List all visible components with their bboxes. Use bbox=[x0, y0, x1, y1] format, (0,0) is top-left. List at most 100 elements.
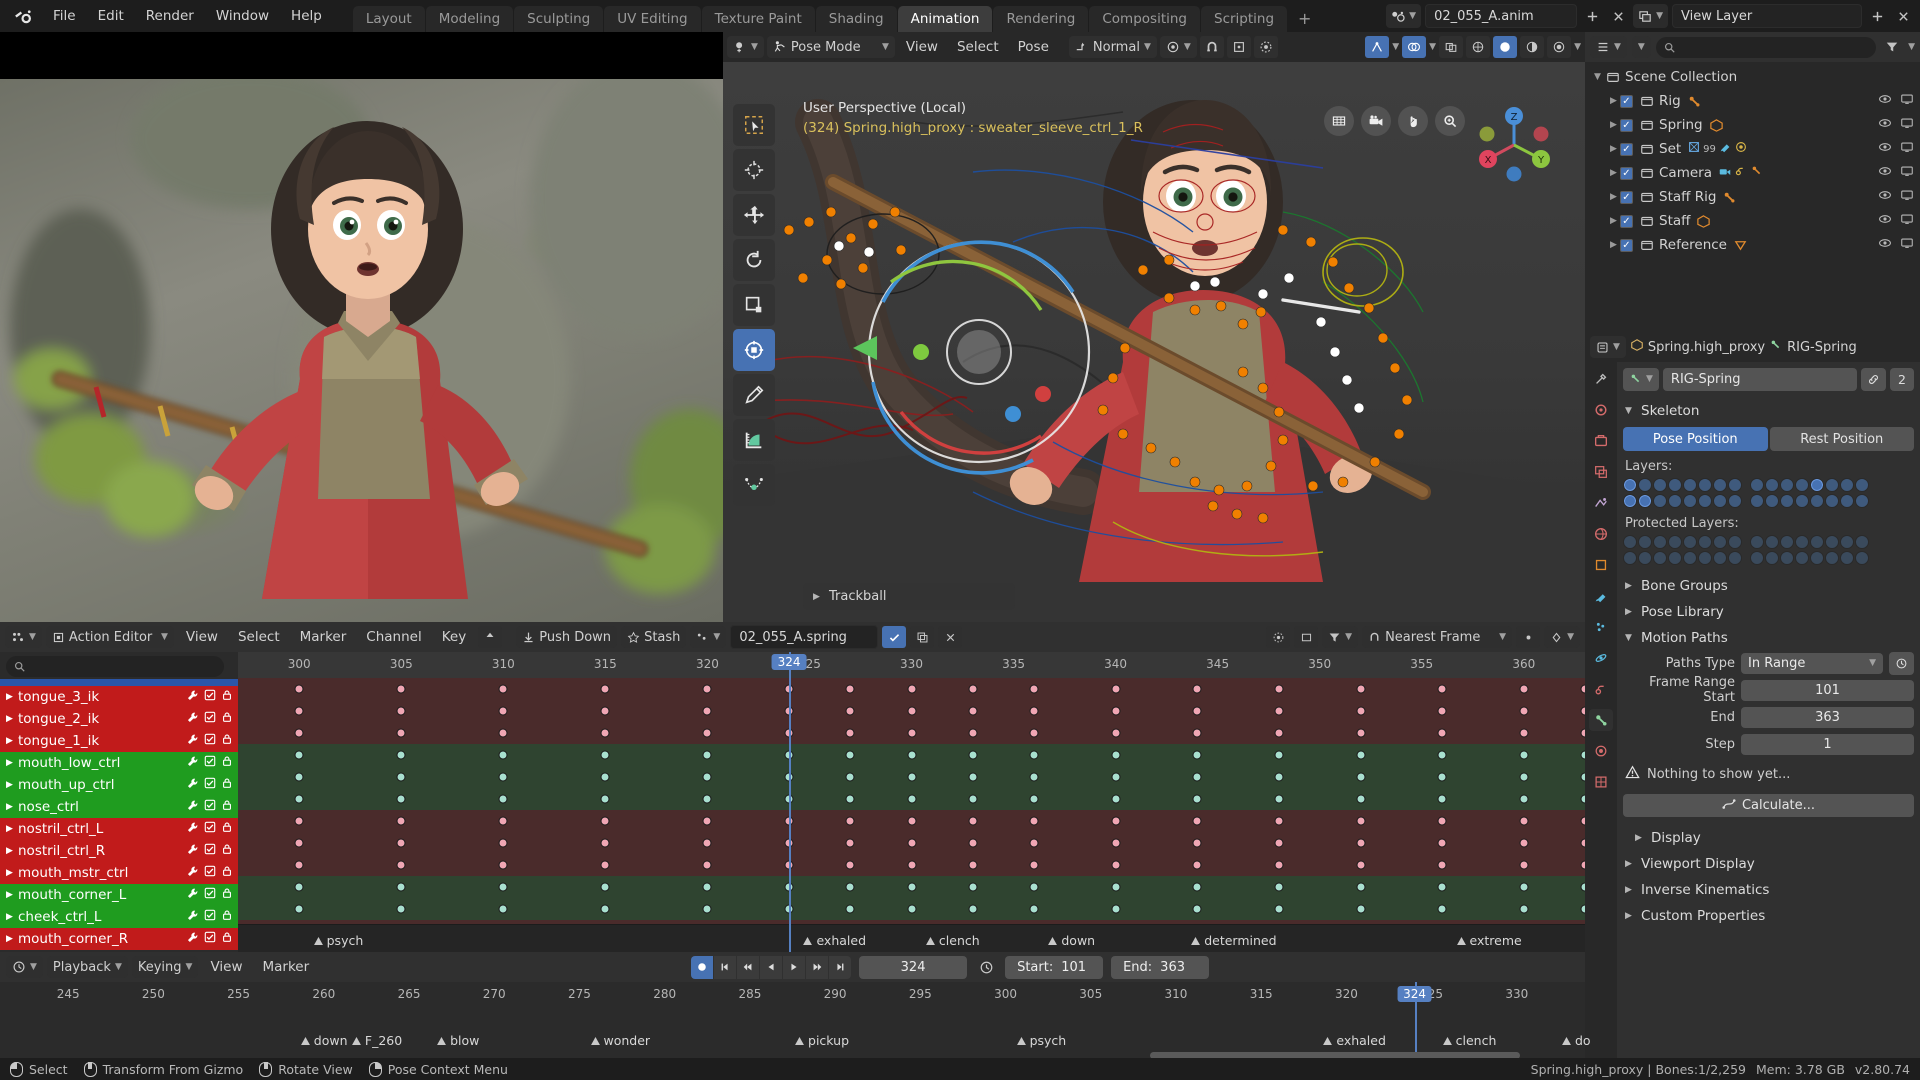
protected-layer-bit[interactable] bbox=[1653, 535, 1667, 549]
outliner-row-spring[interactable]: ▶ ✓ Spring bbox=[1585, 113, 1920, 137]
tab-sculpting[interactable]: Sculpting bbox=[514, 6, 604, 32]
disclosure-triangle-icon[interactable]: ▶ bbox=[1607, 144, 1620, 154]
keyframe[interactable] bbox=[1580, 904, 1585, 914]
lock-icon[interactable] bbox=[221, 755, 233, 771]
keyframe[interactable] bbox=[702, 772, 712, 782]
channel-expand-icon[interactable]: ▶ bbox=[6, 846, 18, 856]
keyframe[interactable] bbox=[1519, 728, 1529, 738]
outliner-filter-button[interactable] bbox=[1881, 35, 1903, 59]
keyframe[interactable] bbox=[1274, 794, 1284, 804]
keyframe[interactable] bbox=[1192, 904, 1202, 914]
protected-layer-bit[interactable] bbox=[1668, 551, 1682, 565]
keyframe[interactable] bbox=[907, 750, 916, 760]
channel-expand-icon[interactable]: ▶ bbox=[6, 890, 18, 900]
new-scene-button[interactable] bbox=[1581, 4, 1603, 28]
keyframe[interactable] bbox=[702, 860, 712, 870]
properties-editor[interactable]: ▼ Spring.high_proxy RIG-Spring ▼ RIG-Spr… bbox=[1585, 332, 1920, 1062]
menu-help[interactable]: Help bbox=[280, 4, 333, 28]
play-reverse-button[interactable] bbox=[760, 955, 783, 979]
keyframe[interactable] bbox=[1580, 860, 1585, 870]
keyframe[interactable] bbox=[702, 882, 712, 892]
keyframe-row[interactable] bbox=[238, 832, 1585, 854]
measure-tool[interactable] bbox=[733, 419, 775, 461]
layer-bit[interactable] bbox=[1810, 494, 1824, 508]
protected-layer-bit[interactable] bbox=[1765, 535, 1779, 549]
eye-icon[interactable] bbox=[1878, 92, 1892, 110]
keyframe[interactable] bbox=[1274, 816, 1284, 826]
viewport-menu-select[interactable]: Select bbox=[949, 36, 1007, 58]
channel-row[interactable]: ▶ tongue_3_ik bbox=[0, 686, 238, 708]
tab-shading[interactable]: Shading bbox=[815, 6, 897, 32]
timeline-ruler[interactable]: 245 250 255 260 265 270 275 280 285 290 295 300 305 3… bbox=[0, 982, 1585, 1008]
protected-layer-bit[interactable] bbox=[1855, 551, 1869, 565]
camera-data-icon[interactable] bbox=[1718, 164, 1732, 182]
panel-header-motion-paths[interactable]: ▼ Motion Paths bbox=[1623, 625, 1914, 651]
timeline-marker[interactable]: psych bbox=[313, 933, 363, 948]
screen-icon[interactable] bbox=[1900, 116, 1914, 134]
layer-bit[interactable] bbox=[1795, 478, 1809, 492]
shading-solid-button[interactable] bbox=[1493, 36, 1518, 58]
keyframe[interactable] bbox=[1356, 904, 1365, 914]
lock-icon[interactable] bbox=[221, 865, 233, 881]
protected-layer-bit[interactable] bbox=[1683, 535, 1697, 549]
dopesheet-mode-selector[interactable]: Action Editor ▼ bbox=[45, 626, 174, 648]
keyframe[interactable] bbox=[1111, 750, 1121, 760]
fake-user-toggle[interactable] bbox=[882, 626, 907, 648]
scene-name-field[interactable]: 02_055_A.anim bbox=[1425, 4, 1578, 28]
channel-row[interactable]: ▶ nose_ctrl bbox=[0, 796, 238, 818]
dopesheet-filter-button[interactable]: ▼ bbox=[1322, 626, 1359, 648]
keyframe[interactable] bbox=[1029, 684, 1039, 694]
snap-magnet-toggle[interactable] bbox=[1199, 36, 1224, 58]
tab-layout[interactable]: Layout bbox=[352, 6, 425, 32]
wrench-icon[interactable] bbox=[186, 821, 199, 838]
checkbox-icon[interactable] bbox=[204, 733, 216, 749]
protected-layer-bit[interactable] bbox=[1668, 535, 1682, 549]
channel-expand-icon[interactable]: ▶ bbox=[6, 780, 18, 790]
tab-material[interactable] bbox=[1589, 740, 1613, 762]
tab-object[interactable] bbox=[1589, 554, 1613, 576]
channel-expand-icon[interactable]: ▶ bbox=[6, 692, 18, 702]
cursor-tool[interactable] bbox=[733, 149, 775, 191]
keyframe[interactable] bbox=[1192, 728, 1202, 738]
keyframe[interactable] bbox=[294, 838, 304, 848]
play-button[interactable] bbox=[783, 955, 806, 979]
eye-icon[interactable] bbox=[1878, 212, 1892, 230]
eye-icon[interactable] bbox=[1878, 140, 1892, 158]
keyframe[interactable] bbox=[1519, 904, 1529, 914]
users-count-button[interactable]: 2 bbox=[1890, 367, 1914, 391]
protected-layer-bit[interactable] bbox=[1728, 535, 1742, 549]
layer-bit[interactable] bbox=[1750, 478, 1764, 492]
timeline-marker[interactable]: down bbox=[1048, 933, 1095, 948]
keyframe[interactable] bbox=[845, 860, 855, 870]
keying-menu[interactable]: Keying ▼ bbox=[131, 956, 199, 978]
protected-layer-bit[interactable] bbox=[1728, 551, 1742, 565]
layer-bit[interactable] bbox=[1638, 478, 1652, 492]
camera-preview-viewport[interactable] bbox=[0, 32, 723, 622]
keyframe[interactable] bbox=[498, 728, 508, 738]
keyframe[interactable] bbox=[1580, 772, 1585, 782]
keyframe[interactable] bbox=[1111, 684, 1121, 694]
channel-row[interactable]: ▶ tongue_1_ik bbox=[0, 730, 238, 752]
protected-layer-bit[interactable] bbox=[1683, 551, 1697, 565]
keyframe[interactable] bbox=[396, 838, 406, 848]
keyframe[interactable] bbox=[1029, 750, 1039, 760]
keyframe[interactable] bbox=[600, 794, 610, 804]
panel-header-pose-library[interactable]: ▶ Pose Library bbox=[1623, 599, 1914, 625]
panel-header-inverse-kinematics[interactable]: ▶ Inverse Kinematics bbox=[1623, 877, 1914, 903]
dopesheet-playhead[interactable] bbox=[789, 652, 792, 952]
unlink-scene-button[interactable] bbox=[1607, 4, 1629, 28]
timeline-marker[interactable]: pickup bbox=[795, 1033, 849, 1048]
xray-toggle[interactable] bbox=[1439, 36, 1464, 58]
panel-header-display[interactable]: ▶ Display bbox=[1623, 825, 1914, 851]
keyframe-row[interactable] bbox=[238, 678, 1585, 700]
panel-header-custom-properties[interactable]: ▶ Custom Properties bbox=[1623, 903, 1914, 929]
eye-icon[interactable] bbox=[1878, 236, 1892, 254]
disclosure-triangle-icon[interactable]: ▶ bbox=[1607, 240, 1620, 250]
timeline-menu-marker[interactable]: Marker bbox=[255, 956, 318, 978]
outliner-row-staff-rig[interactable]: ▶ ✓ Staff Rig bbox=[1585, 185, 1920, 209]
keyframe[interactable] bbox=[294, 684, 304, 694]
keyframe[interactable] bbox=[1029, 838, 1039, 848]
outliner-camera-badges[interactable] bbox=[1718, 164, 1764, 182]
layer-bit[interactable] bbox=[1810, 478, 1824, 492]
protected-layer-bit[interactable] bbox=[1623, 551, 1637, 565]
